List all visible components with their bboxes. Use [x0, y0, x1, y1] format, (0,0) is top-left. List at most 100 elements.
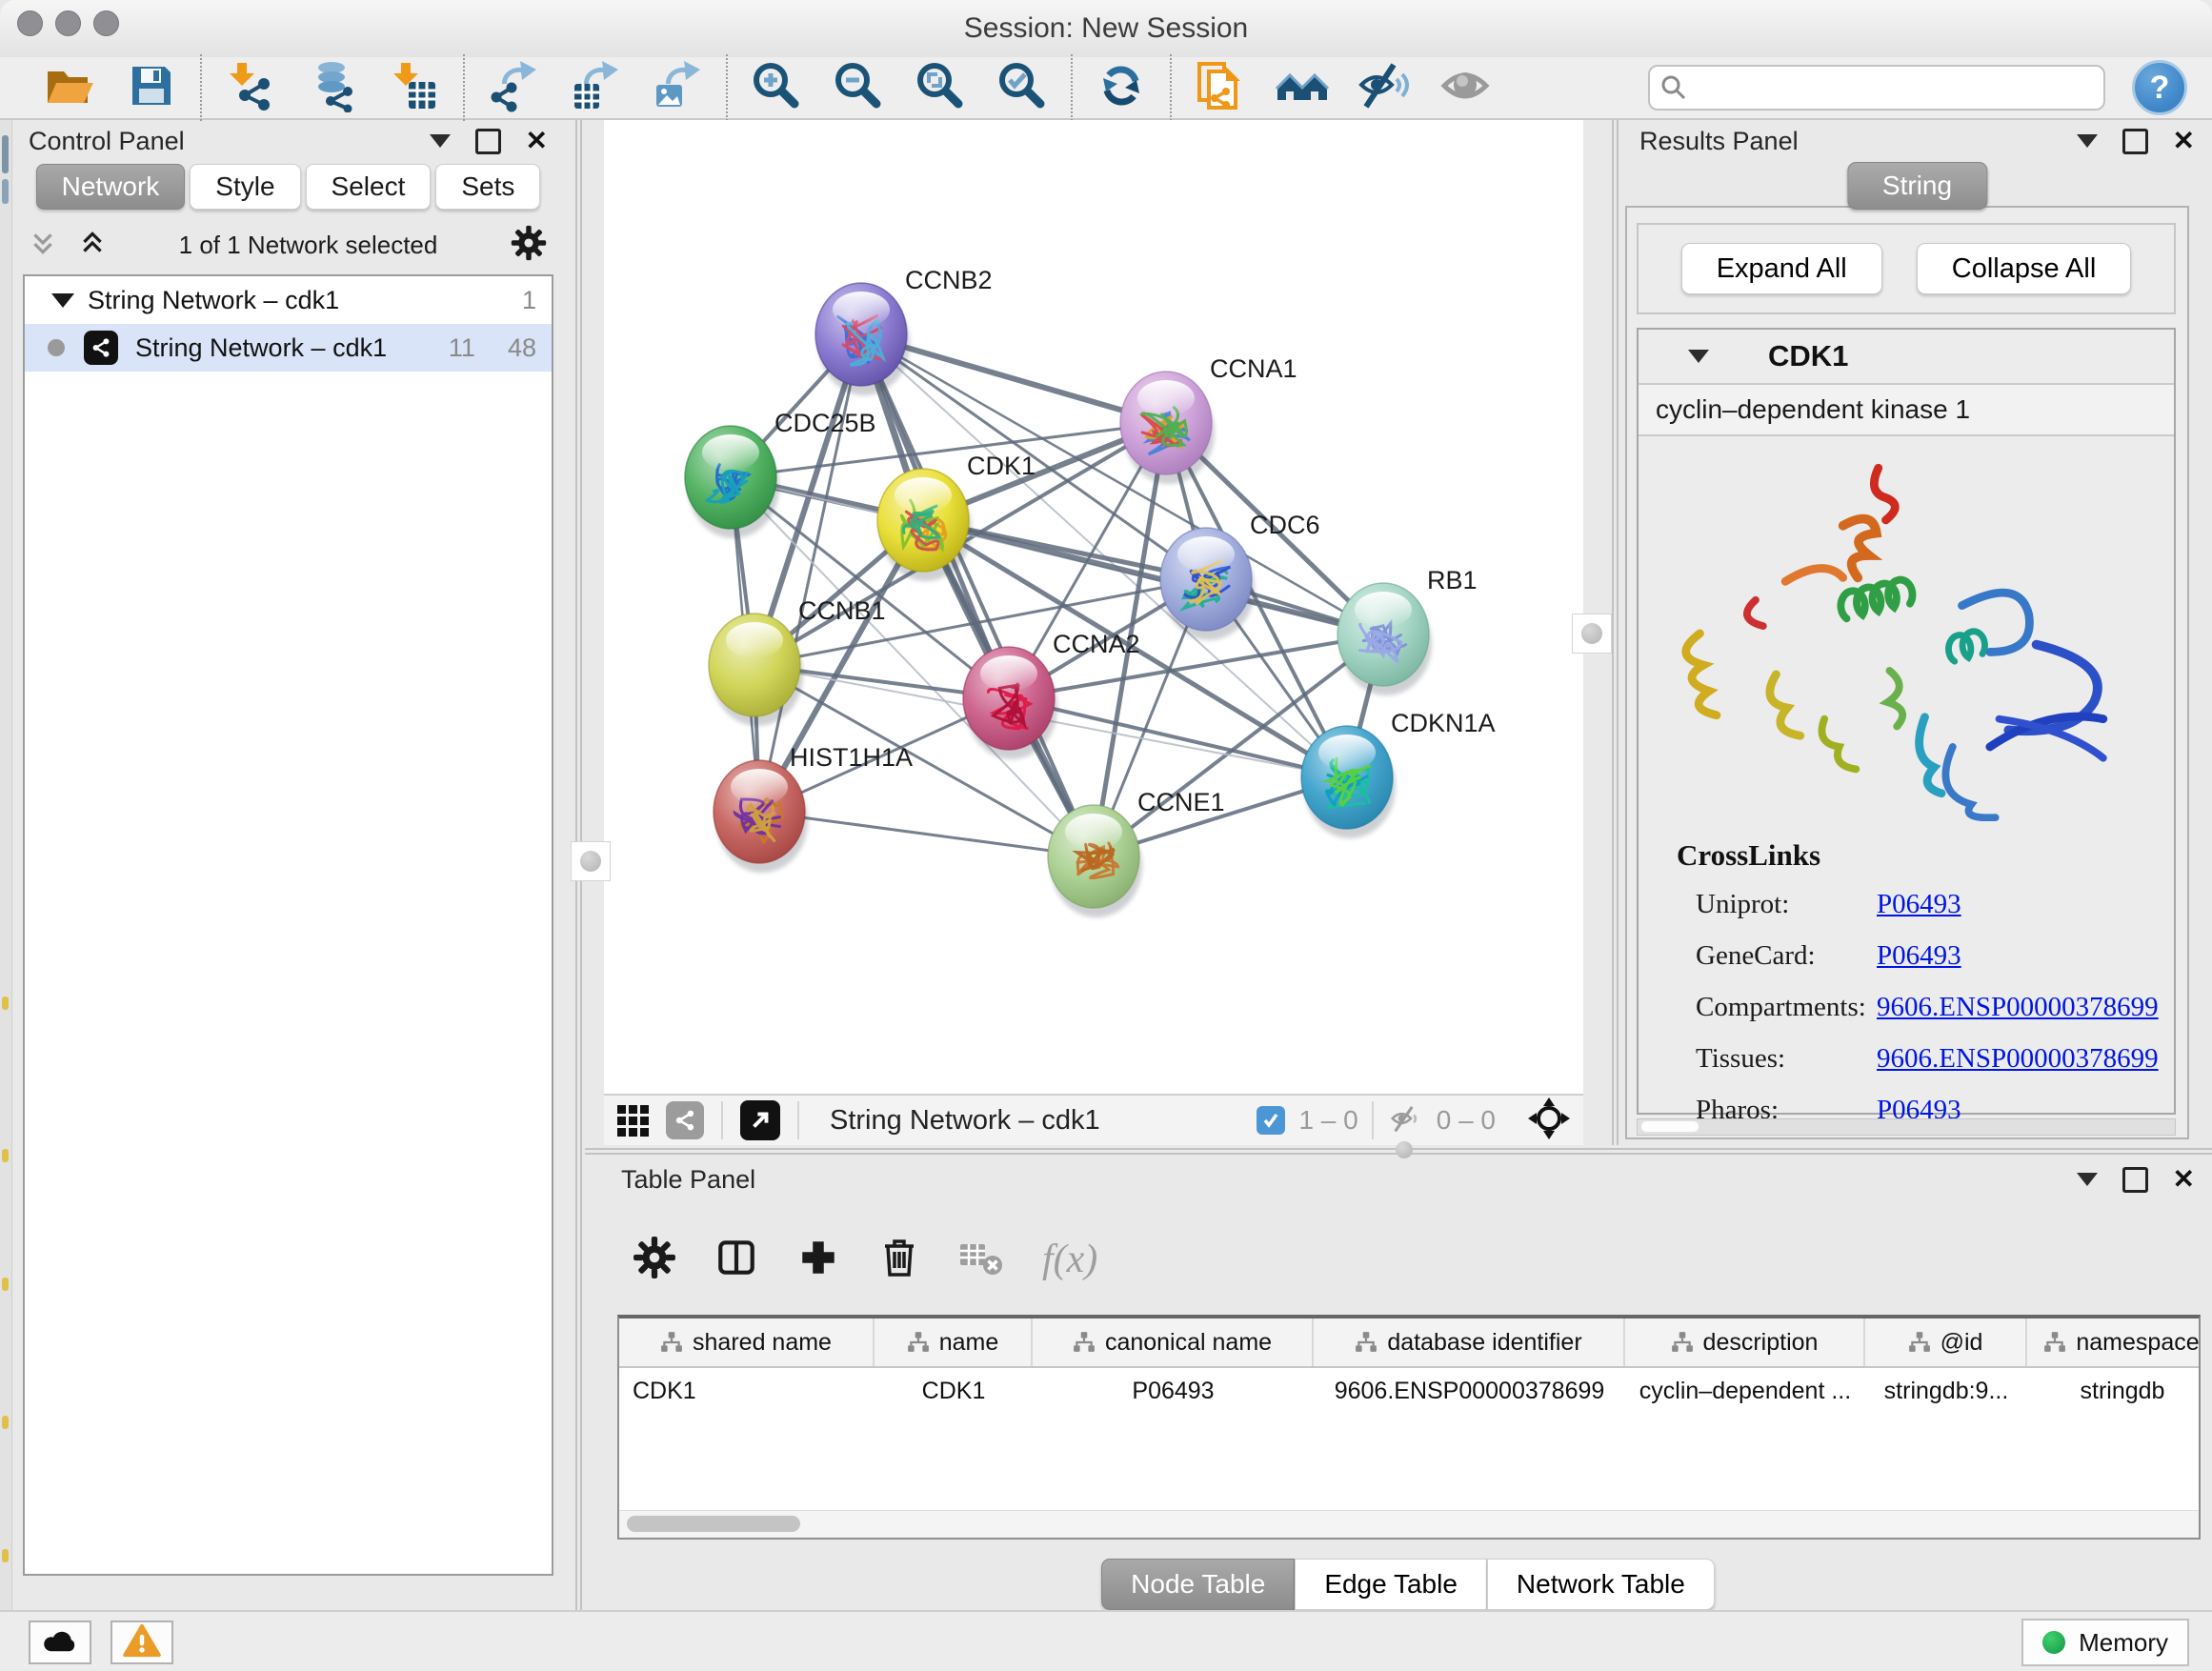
- network-row[interactable]: String Network – cdk1 11 48: [25, 324, 552, 372]
- panel-float-icon[interactable]: [2122, 1167, 2148, 1193]
- tree-expand-icon[interactable]: [51, 293, 74, 308]
- gene-header[interactable]: CDK1: [1639, 330, 2174, 383]
- splitter-handle[interactable]: [571, 841, 611, 881]
- zoom-selected-icon: [995, 59, 1049, 117]
- panel-close-icon[interactable]: ✕: [2173, 128, 2195, 154]
- network-node[interactable]: [877, 469, 972, 581]
- column-header[interactable]: name: [875, 1319, 1033, 1366]
- show-all-button[interactable]: [1425, 58, 1507, 117]
- tab-string[interactable]: String: [1847, 162, 1987, 210]
- gear-icon[interactable]: [510, 224, 548, 267]
- tab-sets[interactable]: Sets: [435, 164, 540, 210]
- zoom-in-button[interactable]: [735, 58, 817, 117]
- collapse-all-networks-icon[interactable]: [78, 229, 107, 262]
- splitter-handle[interactable]: [1572, 614, 1612, 654]
- zoom-selected-button[interactable]: [981, 58, 1063, 117]
- network-node[interactable]: [815, 283, 910, 395]
- network-collection-row[interactable]: String Network – cdk1 1: [25, 276, 552, 324]
- birds-eye-view-icon[interactable]: [617, 1105, 649, 1137]
- tab-node-table[interactable]: Node Table: [1101, 1559, 1295, 1610]
- table-row[interactable]: CDK1CDK1P064939606.ENSP00000378699cyclin…: [619, 1368, 2199, 1414]
- zoom-out-button[interactable]: [817, 58, 899, 117]
- export-table-icon: [569, 59, 622, 117]
- network-view-canvas[interactable]: CCNB2CCNA1CDC25BCDK1CDC6RB1CCNB1CCNA2CDK…: [604, 120, 1583, 1094]
- show-columns-icon[interactable]: [714, 1236, 758, 1284]
- table-settings-gear-icon[interactable]: [633, 1236, 676, 1284]
- export-table-button[interactable]: [554, 58, 636, 117]
- table-cell[interactable]: stringdb:9...: [1865, 1378, 2027, 1405]
- network-node[interactable]: [1160, 528, 1255, 640]
- table-cell[interactable]: cyclin–dependent ...: [1625, 1378, 1865, 1405]
- network-node[interactable]: [1120, 372, 1215, 484]
- export-network-button[interactable]: [473, 58, 554, 117]
- help-button[interactable]: ?: [2132, 60, 2187, 115]
- column-header[interactable]: database identifier: [1314, 1319, 1625, 1366]
- network-node[interactable]: [1301, 726, 1396, 838]
- apply-layout-button[interactable]: [1080, 58, 1162, 117]
- network-node[interactable]: [1048, 805, 1142, 917]
- scrollbar-thumb[interactable]: [627, 1516, 800, 1532]
- network-node[interactable]: [709, 614, 803, 726]
- column-header[interactable]: canonical name: [1033, 1319, 1314, 1366]
- panel-menu-icon[interactable]: [430, 134, 451, 148]
- panel-close-icon[interactable]: ✕: [2173, 1166, 2195, 1193]
- vertical-splitter[interactable]: [1612, 120, 1614, 1145]
- tab-network[interactable]: Network: [36, 164, 186, 210]
- cloud-status-button[interactable]: [29, 1621, 91, 1664]
- table-cell[interactable]: P06493: [1033, 1378, 1314, 1405]
- column-header[interactable]: namespace: [2027, 1319, 2201, 1366]
- tab-style[interactable]: Style: [190, 164, 300, 210]
- fit-content-button[interactable]: [899, 58, 981, 117]
- crosslink-link[interactable]: P06493: [1877, 940, 1961, 972]
- network-node[interactable]: [714, 760, 808, 873]
- crosslink-link[interactable]: 9606.ENSP00000378699: [1877, 992, 2159, 1023]
- search-input[interactable]: [1648, 65, 2105, 111]
- network-node[interactable]: [1337, 583, 1432, 695]
- open-session-button[interactable]: [29, 58, 111, 117]
- table-cell[interactable]: 9606.ENSP00000378699: [1314, 1378, 1625, 1405]
- open-in-window-icon[interactable]: [740, 1100, 780, 1140]
- collapse-all-button[interactable]: Collapse All: [1917, 243, 2132, 294]
- table-cell[interactable]: stringdb: [2027, 1378, 2201, 1405]
- add-column-icon[interactable]: [796, 1236, 840, 1284]
- splitter-handle[interactable]: [1396, 1141, 1413, 1158]
- tab-edge-table[interactable]: Edge Table: [1295, 1559, 1487, 1610]
- import-network-database-button[interactable]: [292, 58, 373, 117]
- hide-selected-button[interactable]: [1343, 58, 1425, 117]
- collapse-gene-icon[interactable]: [1688, 350, 1709, 363]
- panel-float-icon[interactable]: [2122, 129, 2148, 154]
- column-header[interactable]: @id: [1865, 1319, 2027, 1366]
- import-table-button[interactable]: [373, 58, 455, 117]
- home-button[interactable]: [1261, 58, 1343, 117]
- table-horizontal-scrollbar[interactable]: [619, 1510, 2199, 1538]
- tab-network-table[interactable]: Network Table: [1487, 1559, 1715, 1610]
- save-session-button[interactable]: [111, 58, 192, 117]
- crosshair-icon[interactable]: [1528, 1097, 1570, 1144]
- column-header[interactable]: description: [1625, 1319, 1865, 1366]
- results-horizontal-scrollbar[interactable]: [1637, 1118, 2176, 1136]
- expand-all-button[interactable]: Expand All: [1681, 243, 1882, 294]
- warnings-button[interactable]: [111, 1621, 173, 1664]
- import-network-file-button[interactable]: [210, 58, 292, 117]
- home-icon: [1276, 59, 1329, 117]
- panel-float-icon[interactable]: [475, 129, 501, 154]
- table-cell[interactable]: CDK1: [619, 1378, 875, 1405]
- network-graph[interactable]: CCNB2CCNA1CDC25BCDK1CDC6RB1CCNB1CCNA2CDK…: [604, 120, 1583, 1094]
- panel-menu-icon[interactable]: [2077, 134, 2098, 148]
- tab-select[interactable]: Select: [306, 164, 432, 210]
- column-header[interactable]: shared name: [619, 1319, 875, 1366]
- clone-network-button[interactable]: [1179, 58, 1261, 117]
- network-node[interactable]: [685, 426, 779, 538]
- table-cell[interactable]: CDK1: [875, 1378, 1033, 1405]
- memory-button[interactable]: Memory: [2021, 1619, 2189, 1666]
- expand-all-networks-icon[interactable]: [29, 229, 57, 262]
- crosslink-link[interactable]: 9606.ENSP00000378699: [1877, 1043, 2159, 1075]
- network-type-icon[interactable]: [666, 1101, 704, 1139]
- delete-column-icon[interactable]: [878, 1236, 920, 1284]
- panel-menu-icon[interactable]: [2077, 1173, 2098, 1186]
- panel-close-icon[interactable]: ✕: [526, 128, 548, 154]
- crosslink-link[interactable]: P06493: [1877, 889, 1961, 920]
- export-image-button[interactable]: [636, 58, 718, 117]
- selected-checkbox-icon[interactable]: [1257, 1106, 1285, 1135]
- network-node[interactable]: [963, 647, 1057, 759]
